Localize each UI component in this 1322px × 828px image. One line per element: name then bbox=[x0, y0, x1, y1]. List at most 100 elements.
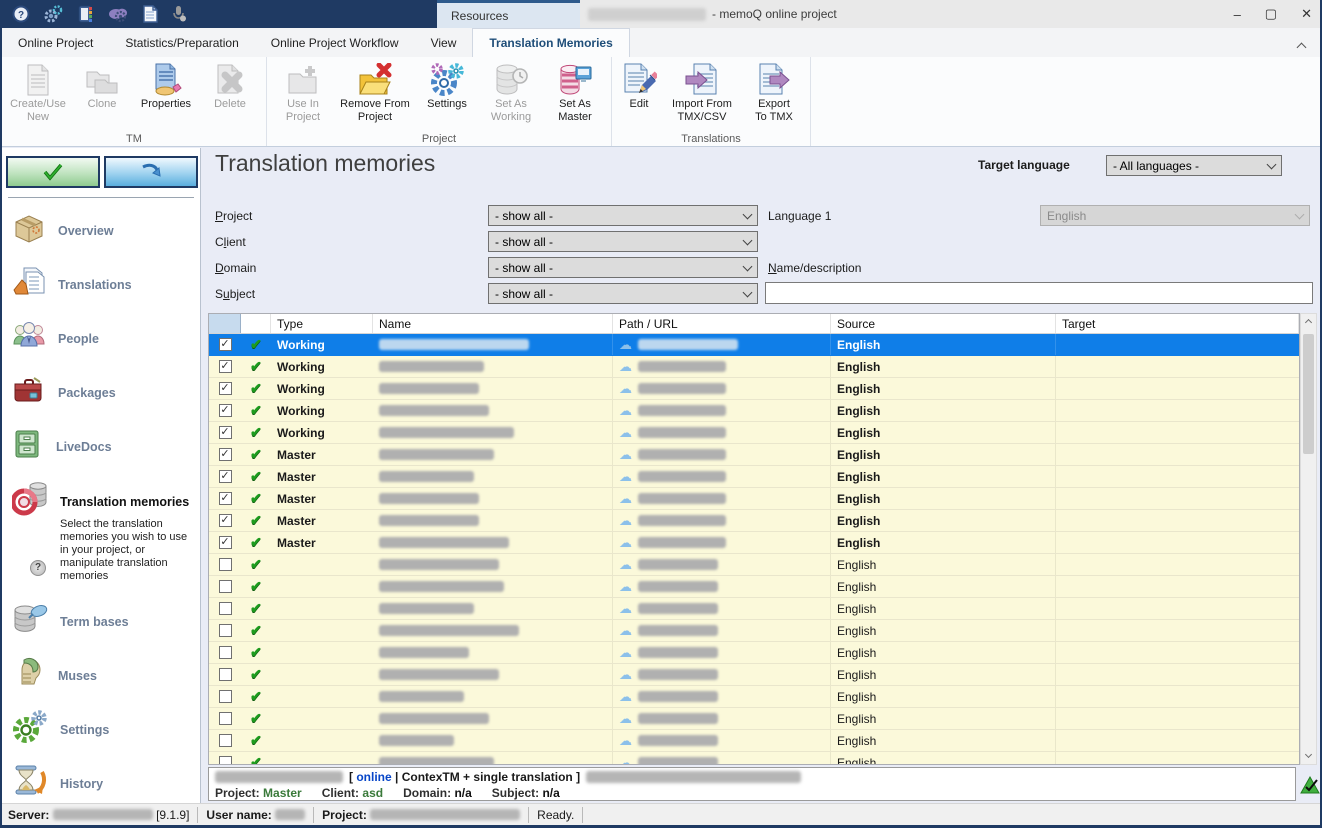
sidebar-item-overview[interactable]: Overview bbox=[12, 212, 197, 249]
row-checkbox[interactable] bbox=[219, 756, 232, 765]
sidebar-item-translation-memories[interactable]: Translation memories bbox=[12, 482, 197, 521]
row-checkbox[interactable] bbox=[219, 690, 232, 703]
sidebar-item-settings[interactable]: Settings bbox=[12, 710, 197, 749]
table-row[interactable]: ✔☁English bbox=[209, 554, 1299, 576]
ribbon-button-edit[interactable]: Edit bbox=[616, 60, 662, 111]
filter-subject-label: Subject bbox=[215, 287, 255, 301]
deliver-button[interactable] bbox=[104, 156, 198, 188]
ribbon-button-settings[interactable]: Settings bbox=[415, 60, 479, 111]
sidebar-item-translations[interactable]: Translations bbox=[12, 266, 197, 303]
table-row[interactable]: ✔☁English bbox=[209, 686, 1299, 708]
minimize-button[interactable]: – bbox=[1234, 7, 1241, 22]
server-cloud-icon[interactable] bbox=[107, 5, 129, 23]
row-checkbox[interactable] bbox=[219, 712, 232, 725]
column-header-name[interactable]: Name bbox=[373, 314, 613, 333]
row-checkbox-checked[interactable]: ✓ bbox=[219, 536, 232, 549]
row-checkbox-checked[interactable]: ✓ bbox=[219, 448, 232, 461]
filter-client-dropdown[interactable]: - show all - bbox=[488, 231, 758, 252]
row-checkbox[interactable] bbox=[219, 646, 232, 659]
row-checkbox-checked[interactable]: ✓ bbox=[219, 404, 232, 417]
column-header[interactable] bbox=[209, 314, 241, 333]
table-row[interactable]: ✓✔Master☁English bbox=[209, 532, 1299, 554]
ribbon-button-set-as-master[interactable]: Set As Master bbox=[543, 60, 607, 124]
row-checkbox-checked[interactable]: ✓ bbox=[219, 514, 232, 527]
table-row[interactable]: ✓✔Working☁English bbox=[209, 334, 1299, 356]
scrollbar-thumb[interactable] bbox=[1303, 334, 1314, 454]
column-header-type[interactable]: Type bbox=[271, 314, 373, 333]
row-checkbox[interactable] bbox=[219, 624, 232, 637]
row-checkbox[interactable] bbox=[219, 580, 232, 593]
row-checkbox-checked[interactable]: ✓ bbox=[219, 360, 232, 373]
ribbon-button-export-to-tmx[interactable]: Export To TMX bbox=[742, 60, 806, 124]
row-checkbox-checked[interactable]: ✓ bbox=[219, 470, 232, 483]
maximize-button[interactable]: ▢ bbox=[1265, 6, 1277, 22]
resource-console-icon[interactable] bbox=[76, 5, 94, 23]
sidebar-item-label: Term bases bbox=[60, 615, 129, 629]
sidebar-item-packages[interactable]: Packages bbox=[12, 374, 197, 411]
ribbon-button-properties[interactable]: Properties bbox=[134, 60, 198, 111]
table-row[interactable]: ✓✔Master☁English bbox=[209, 488, 1299, 510]
table-row[interactable]: ✔☁English bbox=[209, 576, 1299, 598]
table-row[interactable]: ✓✔Working☁English bbox=[209, 422, 1299, 444]
tm-name-redacted bbox=[215, 771, 343, 783]
table-row[interactable]: ✓✔Working☁English bbox=[209, 378, 1299, 400]
tab-online-project-workflow[interactable]: Online Project Workflow bbox=[255, 28, 415, 57]
ribbon-button-import-from-tmx-csv[interactable]: Import From TMX/CSV bbox=[662, 60, 742, 124]
row-checkbox[interactable] bbox=[219, 734, 232, 747]
table-row[interactable]: ✔☁English bbox=[209, 730, 1299, 752]
status-bar: Server: [9.1.9] User name: Project: Read… bbox=[0, 803, 1322, 825]
help-icon[interactable]: ? bbox=[30, 560, 46, 576]
row-checkbox-checked[interactable]: ✓ bbox=[219, 338, 232, 351]
options-gears-icon[interactable] bbox=[43, 5, 63, 23]
table-row[interactable]: ✔☁English bbox=[209, 598, 1299, 620]
filter-subject-dropdown[interactable]: - show all - bbox=[488, 283, 758, 304]
sidebar-item-muses[interactable]: Muses bbox=[12, 656, 197, 695]
ribbon-button-remove-from-project[interactable]: Remove From Project bbox=[335, 60, 415, 124]
table-row[interactable]: ✔☁English bbox=[209, 708, 1299, 730]
new-document-icon[interactable] bbox=[142, 5, 158, 23]
scroll-up-icon[interactable] bbox=[1301, 314, 1316, 330]
table-row[interactable]: ✔☁English bbox=[209, 620, 1299, 642]
row-checkbox-checked[interactable]: ✓ bbox=[219, 426, 232, 439]
column-header-path-url[interactable]: Path / URL bbox=[613, 314, 831, 333]
sidebar-item-term-bases[interactable]: Term bases bbox=[12, 602, 197, 641]
row-checkbox[interactable] bbox=[219, 558, 232, 571]
table-row[interactable]: ✓✔Master☁English bbox=[209, 444, 1299, 466]
close-button[interactable]: ✕ bbox=[1301, 6, 1312, 22]
project-label: Project: bbox=[322, 808, 367, 822]
table-row[interactable]: ✓✔Master☁English bbox=[209, 466, 1299, 488]
tm-name-redacted bbox=[379, 537, 509, 548]
tab-statistics-preparation[interactable]: Statistics/Preparation bbox=[109, 28, 254, 57]
tab-translation-memories[interactable]: Translation Memories bbox=[472, 28, 629, 57]
table-row[interactable]: ✔☁English bbox=[209, 752, 1299, 765]
table-row[interactable]: ✓✔Working☁English bbox=[209, 356, 1299, 378]
sidebar-item-history[interactable]: History bbox=[12, 764, 197, 803]
column-header[interactable] bbox=[241, 314, 271, 333]
row-checkbox-checked[interactable]: ✓ bbox=[219, 492, 232, 505]
sidebar-item-livedocs[interactable]: LiveDocs bbox=[12, 428, 197, 465]
tab-view[interactable]: View bbox=[415, 28, 473, 57]
tm-ok-check-icon: ✔ bbox=[250, 380, 262, 397]
name-description-input[interactable] bbox=[765, 282, 1313, 304]
accept-button[interactable] bbox=[6, 156, 100, 188]
tm-path-redacted bbox=[638, 691, 718, 702]
target-language-dropdown[interactable]: - All languages - bbox=[1106, 155, 1282, 176]
table-vertical-scrollbar[interactable] bbox=[1300, 313, 1317, 765]
scroll-down-icon[interactable] bbox=[1301, 748, 1316, 764]
filter-domain-dropdown[interactable]: - show all - bbox=[488, 257, 758, 278]
row-checkbox[interactable] bbox=[219, 602, 232, 615]
table-row[interactable]: ✓✔Working☁English bbox=[209, 400, 1299, 422]
table-row[interactable]: ✔☁English bbox=[209, 642, 1299, 664]
table-row[interactable]: ✔☁English bbox=[209, 664, 1299, 686]
cloud-icon: ☁ bbox=[619, 535, 632, 551]
row-checkbox-checked[interactable]: ✓ bbox=[219, 382, 232, 395]
sidebar-item-people[interactable]: People bbox=[12, 320, 197, 357]
row-checkbox[interactable] bbox=[219, 668, 232, 681]
collapse-ribbon-icon[interactable] bbox=[1298, 38, 1308, 48]
table-row[interactable]: ✓✔Master☁English bbox=[209, 510, 1299, 532]
help-icon[interactable]: ? bbox=[12, 5, 30, 23]
tab-online-project[interactable]: Online Project bbox=[2, 28, 109, 57]
column-header-target[interactable]: Target bbox=[1056, 314, 1299, 333]
column-header-source[interactable]: Source bbox=[831, 314, 1056, 333]
filter-project-dropdown[interactable]: - show all - bbox=[488, 205, 758, 226]
